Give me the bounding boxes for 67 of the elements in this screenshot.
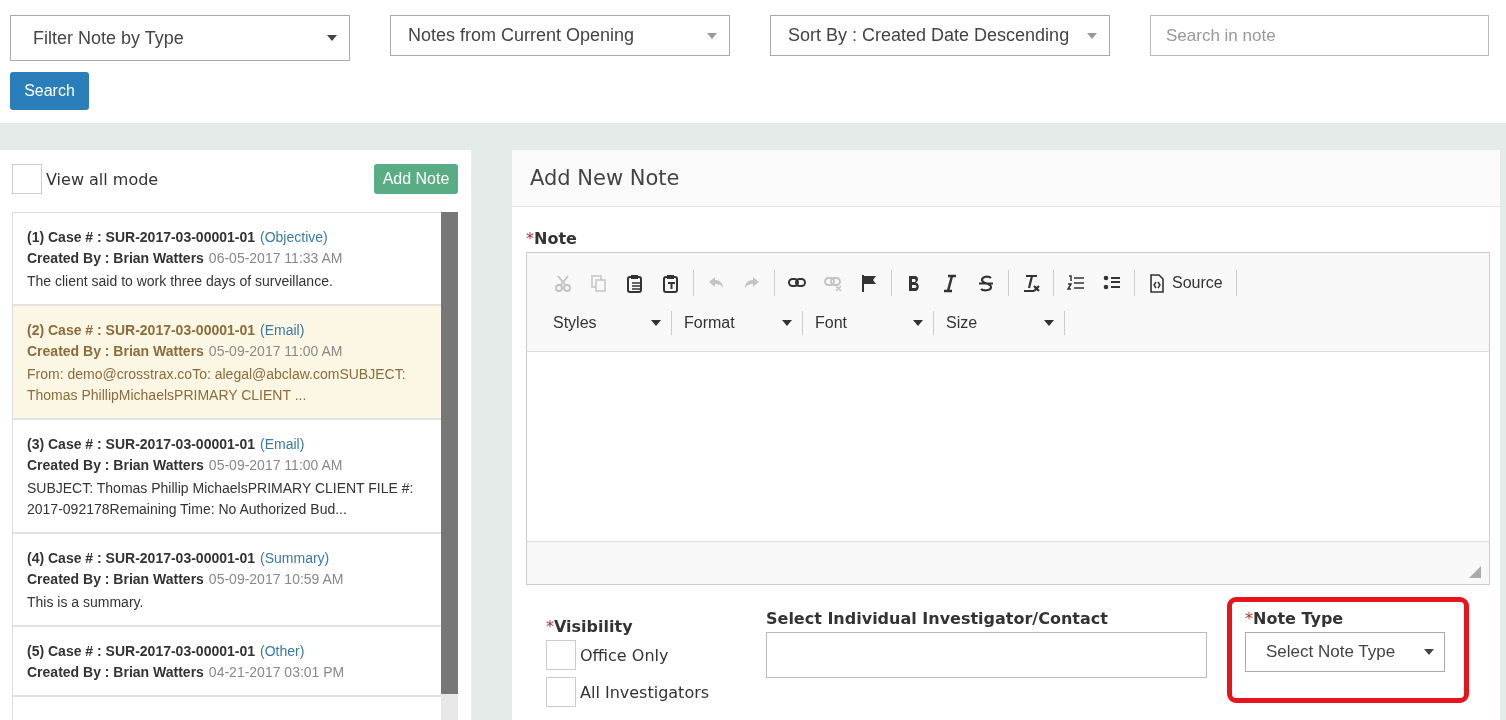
toolbar-dropdown[interactable]: Size	[934, 311, 1065, 335]
clipboard-text-icon	[662, 273, 680, 293]
note-date: 06-05-2017 11:33 AM	[208, 250, 343, 266]
dropdown[interactable]: Filter Note by Type	[10, 15, 350, 61]
caret-icon	[1087, 32, 1097, 39]
note-case-number: (4) Case # : SUR-2017-03-00001-01	[27, 550, 255, 566]
note-type: (Summary)	[260, 550, 330, 566]
panel-title: Add New Note	[512, 150, 1500, 207]
note-type: (Objective)	[260, 229, 328, 245]
note-date: 05-09-2017 11:00 AM	[208, 343, 343, 359]
caret-icon	[1424, 649, 1434, 655]
input-field[interactable]	[766, 632, 1207, 678]
note-author: Created By : Brian Watters	[27, 250, 204, 266]
note-author: Created By : Brian Watters	[27, 343, 204, 359]
caret-icon	[327, 35, 337, 41]
scissors-icon	[554, 273, 572, 293]
field-label: *Visibility	[546, 617, 634, 636]
note-text: The client said to work three days of surveillance.	[27, 272, 334, 291]
note-date: 04-21-2017 03:01 PM	[208, 664, 345, 680]
dropdown[interactable]: Sort By : Created Date Descending	[770, 15, 1110, 56]
search-button[interactable]: Search	[10, 72, 89, 110]
note-type: (Other)	[260, 643, 305, 659]
italic-icon	[941, 273, 959, 293]
note-date: 05-09-2017 10:59 AM	[208, 571, 344, 587]
note-text: SUBJECT: Thomas Phillip MichaelsPRIMARY CLIENT FILE #: 2017-092178Remaining Time: No Authorized Bud...	[27, 479, 415, 519]
checkbox-label: View all mode	[46, 169, 159, 189]
toolbar-dropdown[interactable]: Styles	[541, 311, 672, 335]
caret-icon	[707, 32, 717, 39]
field-label: *Note Type	[1245, 609, 1345, 628]
note-author: Created By : Brian Watters	[27, 664, 204, 680]
resize-handle-icon	[1469, 566, 1481, 578]
note-text: From: demo@crosstrax.coTo: alegal@abclaw.comSUBJECT: Thomas PhillipMichaelsPRIMARY CLIENT ...	[27, 365, 407, 405]
copy-icon	[590, 273, 608, 293]
strikethrough-icon	[977, 273, 995, 293]
checkbox[interactable]	[546, 677, 576, 707]
flag-icon	[860, 273, 878, 293]
caret-icon	[913, 320, 923, 326]
note-type: (Email)	[260, 436, 305, 452]
note-type: (Email)	[260, 322, 305, 338]
toolbar-button[interactable]: Source	[1139, 270, 1232, 296]
note-text: This is a summary.	[27, 593, 145, 612]
clipboard-icon	[626, 273, 644, 293]
note-case-number: (3) Case # : SUR-2017-03-00001-01	[27, 436, 255, 452]
checkbox-label: All Investigators	[580, 682, 710, 702]
note-author: Created By : Brian Watters	[27, 571, 204, 587]
note-case-number: (5) Case # : SUR-2017-03-00001-01	[27, 643, 255, 659]
field-label: *Note	[526, 229, 578, 248]
note-case-number: (2) Case # : SUR-2017-03-00001-01	[27, 322, 255, 338]
search-field[interactable]: Search in note	[1150, 15, 1489, 56]
note-item[interactable]: (2) Case # : SUR-2017-03-00001-01 (Email) Created By : Brian Watters 05-09-2017 11:00 AM From: demo@crosstrax.coTo: alegal@abclaw.comSUBJECT: Thomas PhillipMichaelsPRIMARY CLIENT ...	[13, 306, 442, 420]
note-case-number: (1) Case # : SUR-2017-03-00001-01	[27, 229, 255, 245]
checkbox-label: Office Only	[580, 645, 669, 665]
caret-icon	[651, 320, 661, 326]
dropdown[interactable]: Notes from Current Opening	[390, 15, 730, 56]
field-label: Select Individual Investigator/Contact	[766, 609, 1109, 628]
code-file-icon	[1148, 273, 1166, 293]
dropdown[interactable]: Select Note Type	[1245, 632, 1445, 672]
checkbox[interactable]	[12, 164, 42, 194]
numbered-list-icon	[1067, 273, 1085, 293]
checkbox[interactable]	[546, 640, 576, 670]
note-date: 05-09-2017 11:00 AM	[208, 457, 343, 473]
caret-icon	[1044, 320, 1054, 326]
note-author: Created By : Brian Watters	[27, 457, 204, 473]
clear-formatting-icon	[1022, 273, 1040, 293]
toolbar-dropdown[interactable]: Format	[672, 311, 803, 335]
caret-icon	[782, 320, 792, 326]
toolbar-dropdown[interactable]: Font	[803, 311, 934, 335]
